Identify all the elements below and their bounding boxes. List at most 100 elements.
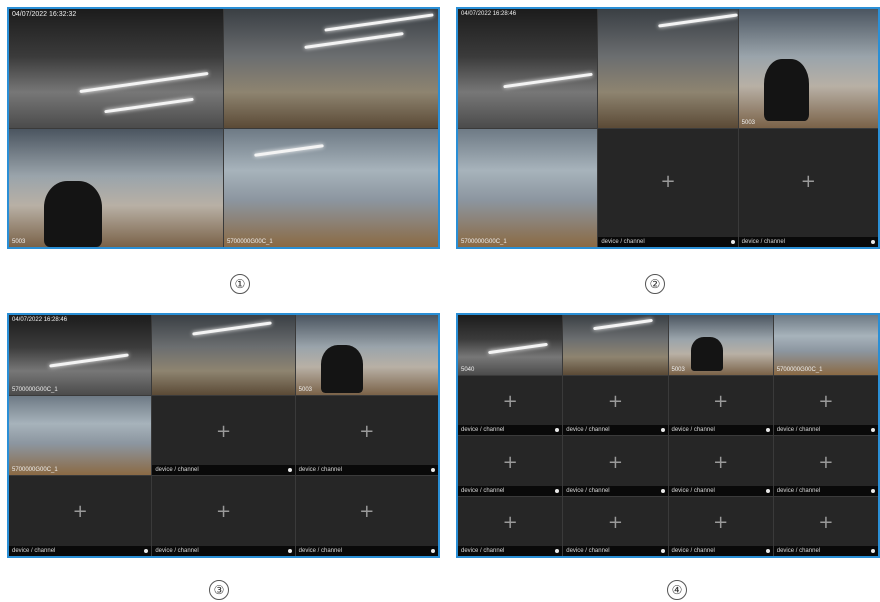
camera-tile[interactable]: 5003 bbox=[738, 9, 878, 128]
camera-label: 5700000G00C_1 bbox=[12, 386, 58, 393]
channel-bar: device / channel bbox=[773, 425, 878, 435]
channel-bar: device / channel bbox=[738, 237, 878, 247]
layout-3-view-panel: 04/07/2022 16:28:46 5700000G00C_1 5003 5… bbox=[7, 313, 440, 558]
status-dot-icon bbox=[765, 488, 770, 493]
channel-label: device / channel bbox=[298, 547, 343, 554]
layout-3-marker: ③ bbox=[209, 580, 229, 600]
empty-channel-slot[interactable]: + device / channel bbox=[563, 436, 668, 496]
layout-2-marker: ② bbox=[645, 274, 665, 294]
channel-bar: device / channel bbox=[9, 545, 152, 556]
empty-channel-slot[interactable]: + device / channel bbox=[773, 436, 878, 496]
camera-tile[interactable] bbox=[224, 9, 438, 128]
empty-channel-slot[interactable]: + device / channel bbox=[458, 496, 563, 556]
channel-label: device / channel bbox=[461, 487, 505, 494]
camera-tile[interactable]: 5700000G00C_1 bbox=[9, 395, 152, 476]
status-dot-icon bbox=[287, 468, 292, 473]
channel-bar: device / channel bbox=[295, 465, 438, 476]
timestamp-overlay: 04/07/2022 16:28:46 bbox=[12, 317, 68, 323]
channel-bar: device / channel bbox=[668, 425, 773, 435]
add-channel-icon[interactable]: + bbox=[359, 422, 374, 441]
channel-label: device / channel bbox=[776, 427, 821, 433]
add-channel-icon[interactable]: + bbox=[818, 514, 833, 532]
add-channel-icon[interactable]: + bbox=[713, 453, 728, 472]
channel-bar: device / channel bbox=[668, 546, 773, 556]
add-channel-icon[interactable]: + bbox=[503, 393, 518, 411]
camera-label: 5700000G00C_1 bbox=[776, 366, 823, 373]
channel-label: device / channel bbox=[671, 548, 715, 554]
empty-channel-slot[interactable]: + device / channel bbox=[152, 395, 295, 476]
empty-channel-slot[interactable]: + device / channel bbox=[598, 128, 738, 247]
layout-2-view-panel: 04/07/2022 16:28:46 5003 5700000G00C_1 +… bbox=[456, 7, 880, 249]
camera-tile[interactable]: 5003 bbox=[668, 315, 773, 375]
status-dot-icon bbox=[660, 549, 665, 553]
camera-tile[interactable]: 5040 bbox=[458, 315, 563, 375]
empty-channel-slot[interactable]: + device / channel bbox=[295, 395, 438, 476]
empty-channel-slot[interactable]: + device / channel bbox=[773, 375, 878, 435]
channel-label: device / channel bbox=[461, 548, 505, 554]
camera-label: 5003 bbox=[12, 239, 26, 245]
add-channel-icon[interactable]: + bbox=[216, 503, 231, 521]
add-channel-icon[interactable]: + bbox=[713, 393, 728, 411]
camera-tile[interactable]: 5700000G00C_1 bbox=[773, 315, 878, 375]
status-dot-icon bbox=[871, 428, 875, 432]
channel-bar: device / channel bbox=[773, 485, 878, 496]
camera-tile[interactable]: 04/07/2022 16:28:46 bbox=[458, 9, 598, 128]
camera-label: 5003 bbox=[671, 366, 685, 373]
add-channel-icon[interactable]: + bbox=[608, 453, 623, 472]
channel-bar: device / channel bbox=[598, 237, 738, 247]
status-dot-icon bbox=[871, 549, 875, 553]
status-dot-icon bbox=[765, 549, 770, 553]
camera-tile[interactable]: 5003 bbox=[295, 315, 438, 395]
add-channel-icon[interactable]: + bbox=[713, 514, 728, 532]
add-channel-icon[interactable]: + bbox=[216, 422, 231, 441]
camera-tile[interactable]: 04/07/2022 16:32:32 bbox=[9, 9, 223, 128]
add-channel-icon[interactable]: + bbox=[359, 503, 374, 521]
empty-channel-slot[interactable]: + device / channel bbox=[563, 496, 668, 556]
add-channel-icon[interactable]: + bbox=[818, 393, 833, 411]
status-dot-icon bbox=[430, 468, 435, 473]
status-dot-icon bbox=[430, 548, 435, 553]
channel-label: device / channel bbox=[776, 548, 821, 554]
channel-label: device / channel bbox=[566, 487, 610, 494]
camera-label: 5700000G00C_1 bbox=[227, 239, 273, 245]
camera-tile[interactable] bbox=[152, 315, 295, 395]
camera-tile[interactable]: 04/07/2022 16:28:46 5700000G00C_1 bbox=[9, 315, 152, 395]
channel-bar: device / channel bbox=[668, 485, 773, 496]
status-dot-icon bbox=[555, 488, 560, 493]
empty-channel-slot[interactable]: + device / channel bbox=[152, 476, 295, 556]
empty-channel-slot[interactable]: + device / channel bbox=[668, 436, 773, 496]
camera-tile[interactable]: 5003 bbox=[9, 128, 223, 247]
layout-4-marker: ④ bbox=[667, 580, 687, 600]
empty-channel-slot[interactable]: + device / channel bbox=[458, 436, 563, 496]
camera-tile[interactable] bbox=[563, 315, 668, 375]
add-channel-icon[interactable]: + bbox=[503, 514, 518, 532]
add-channel-icon[interactable]: + bbox=[801, 172, 816, 191]
empty-channel-slot[interactable]: + device / channel bbox=[295, 476, 438, 556]
channel-label: device / channel bbox=[776, 487, 821, 494]
camera-tile[interactable]: 5700000G00C_1 bbox=[458, 128, 598, 247]
empty-channel-slot[interactable]: + device / channel bbox=[563, 375, 668, 435]
add-channel-icon[interactable]: + bbox=[608, 514, 623, 532]
add-channel-icon[interactable]: + bbox=[503, 453, 518, 472]
empty-channel-slot[interactable]: + device / channel bbox=[668, 496, 773, 556]
camera-label: 5040 bbox=[461, 366, 475, 373]
channel-label: device / channel bbox=[601, 239, 645, 245]
empty-channel-slot[interactable]: + device / channel bbox=[738, 128, 878, 247]
status-dot-icon bbox=[871, 488, 875, 493]
empty-channel-slot[interactable]: + device / channel bbox=[9, 476, 152, 556]
add-channel-icon[interactable]: + bbox=[73, 503, 88, 521]
empty-channel-slot[interactable]: + device / channel bbox=[773, 496, 878, 556]
status-dot-icon bbox=[287, 548, 292, 553]
status-dot-icon bbox=[870, 240, 875, 244]
channel-label: device / channel bbox=[671, 427, 715, 433]
status-dot-icon bbox=[660, 488, 665, 493]
empty-channel-slot[interactable]: + device / channel bbox=[668, 375, 773, 435]
camera-tile[interactable]: 5700000G00C_1 bbox=[224, 128, 438, 247]
empty-channel-slot[interactable]: + device / channel bbox=[458, 375, 563, 435]
add-channel-icon[interactable]: + bbox=[660, 172, 675, 191]
add-channel-icon[interactable]: + bbox=[818, 453, 833, 472]
add-channel-icon[interactable]: + bbox=[608, 393, 623, 411]
camera-label: 5003 bbox=[741, 119, 756, 126]
channel-bar: device / channel bbox=[152, 465, 295, 476]
camera-tile[interactable] bbox=[598, 9, 738, 128]
